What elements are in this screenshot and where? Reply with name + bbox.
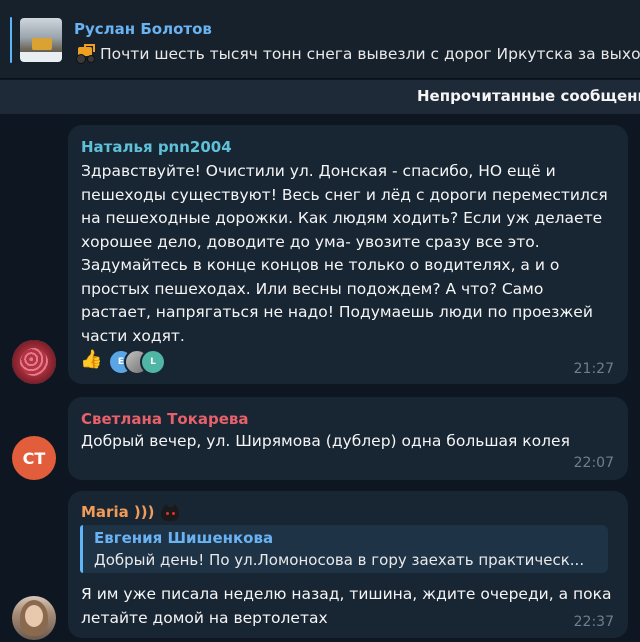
reply-author: Евгения Шишенкова [94,529,274,547]
avatar[interactable] [12,596,56,640]
message-text: Я им уже писала неделю назад, тишина, жд… [81,585,612,627]
tractor-icon [74,44,96,64]
pinned-accent-bar [10,17,12,63]
reactions[interactable]: 👍 E L [80,345,190,375]
pinned-thumbnail [20,18,62,62]
pinned-text: Почти шесть тысяч тонн снега вывезли с д… [100,45,640,63]
message-time: 22:07 [573,455,614,471]
avatar[interactable]: СТ [12,436,56,480]
unread-divider: Непрочитанные сообщени [0,80,640,114]
message-time: 21:27 [573,361,614,377]
message-bubble[interactable]: Maria ))) Евгения Шишенкова Добрый день!… [68,491,628,638]
avatar[interactable] [12,340,56,384]
pinned-author: Руслан Болотов [74,20,212,38]
message-bubble[interactable]: Наталья pnn2004 Здравствуйте! Очистили у… [68,125,628,384]
message-bubble[interactable]: Светлана Токарева Добрый вечер, ул. Ширя… [68,397,628,480]
reactor-avatar: L [140,349,166,375]
reply-quote[interactable]: Евгения Шишенкова Добрый день! По ул.Лом… [80,525,608,573]
reply-text: Добрый день! По ул.Ломоносова в гору зае… [94,551,585,569]
message-time: 22:37 [573,614,614,630]
message-text: Добрый вечер, ул. Ширямова (дублер) одна… [81,432,570,450]
thumbs-up-reaction[interactable]: 👍 [80,349,102,370]
message-author-name: Maria ))) [81,503,155,521]
unread-divider-label: Непрочитанные сообщени [417,87,640,105]
message-author[interactable]: Наталья pnn2004 [81,138,232,156]
message-author[interactable]: Maria ))) [81,503,181,522]
pinned-message-bar[interactable]: Руслан Болотов Почти шесть тысяч тонн сн… [0,0,640,79]
message-author[interactable]: Светлана Токарева [81,410,249,428]
pinned-preview: Почти шесть тысяч тонн снега вывезли с д… [74,44,640,64]
black-cat-icon [159,503,181,522]
reply-accent-bar [80,525,83,573]
message-text: Здравствуйте! Очистили ул. Донская - спа… [81,162,608,345]
